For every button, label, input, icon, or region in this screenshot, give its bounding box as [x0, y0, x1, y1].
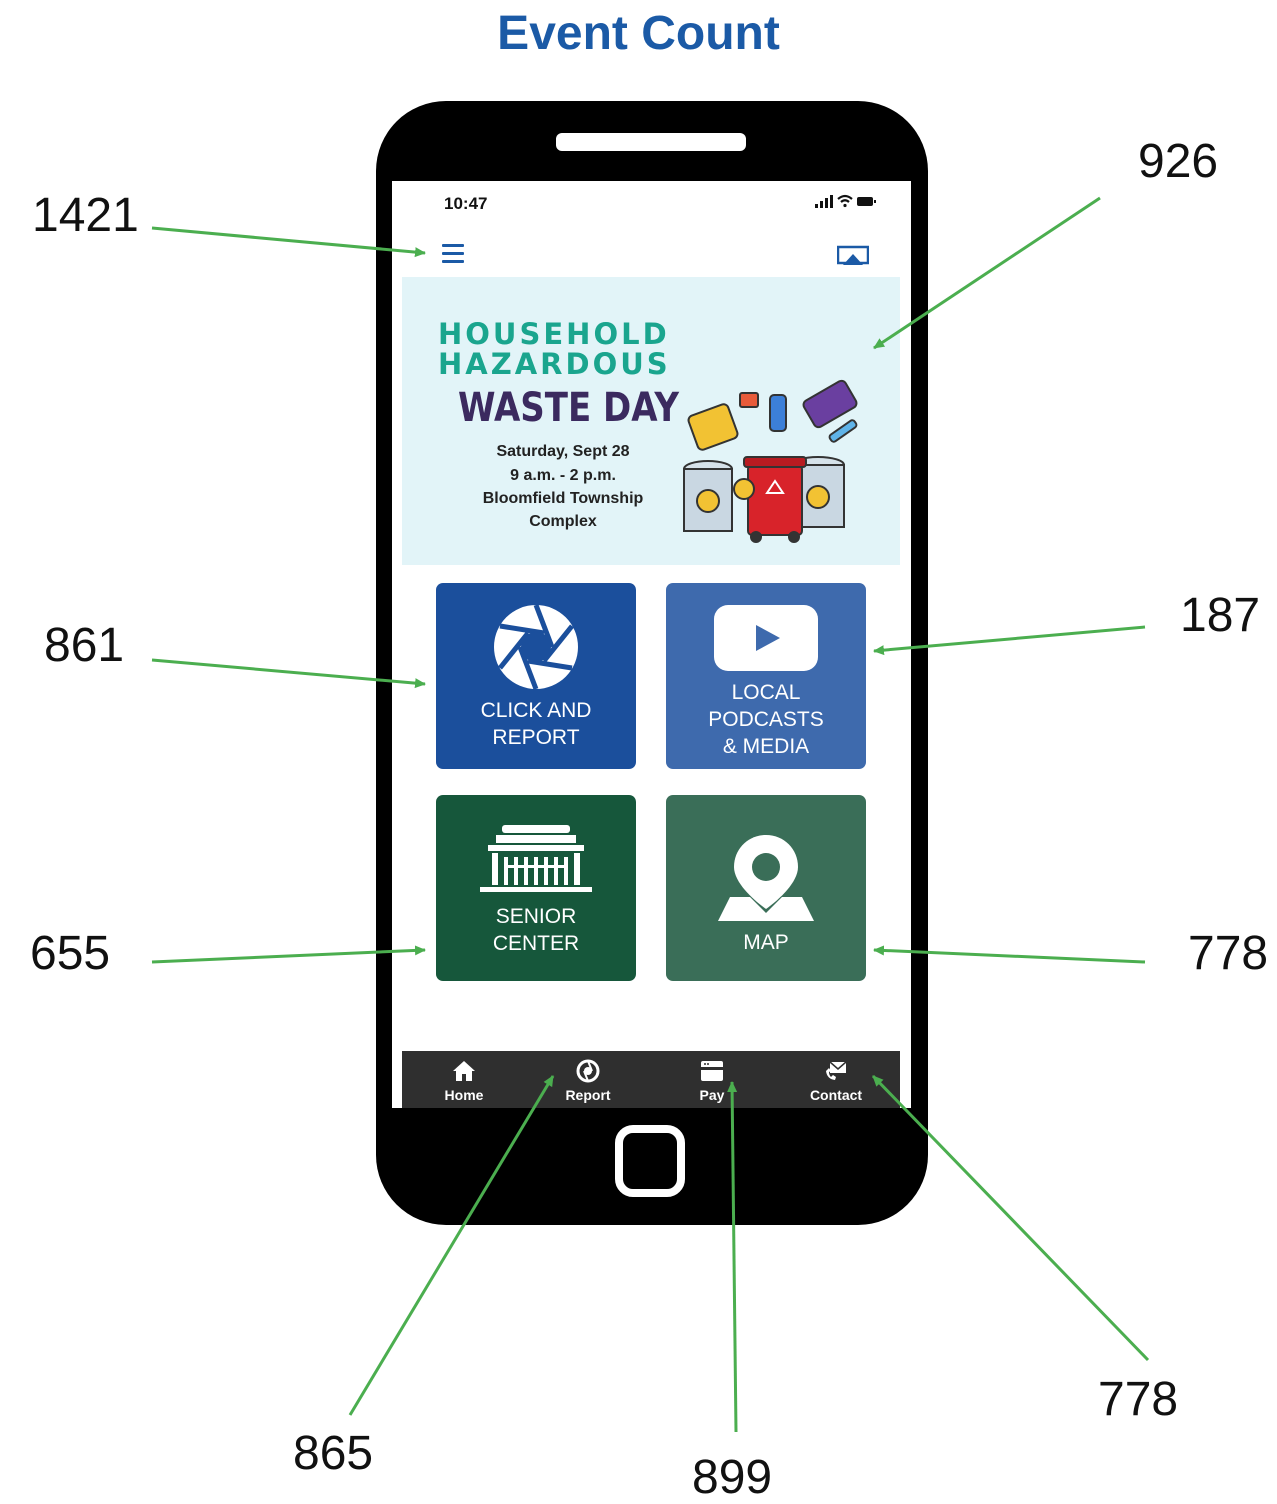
- arrow-tab-pay: [727, 1081, 738, 1433]
- arrow-tab-report: [348, 1075, 555, 1416]
- arrow-map: [873, 945, 1146, 964]
- annotation-arrows: [151, 196, 1150, 1433]
- arrow-podcasts: [873, 625, 1146, 656]
- arrow-tab-contact: [871, 1074, 1150, 1362]
- arrow-menu: [151, 226, 426, 258]
- arrow-senior-center: [151, 945, 426, 964]
- arrow-click-report: [151, 658, 426, 689]
- arrow-banner: [873, 196, 1101, 350]
